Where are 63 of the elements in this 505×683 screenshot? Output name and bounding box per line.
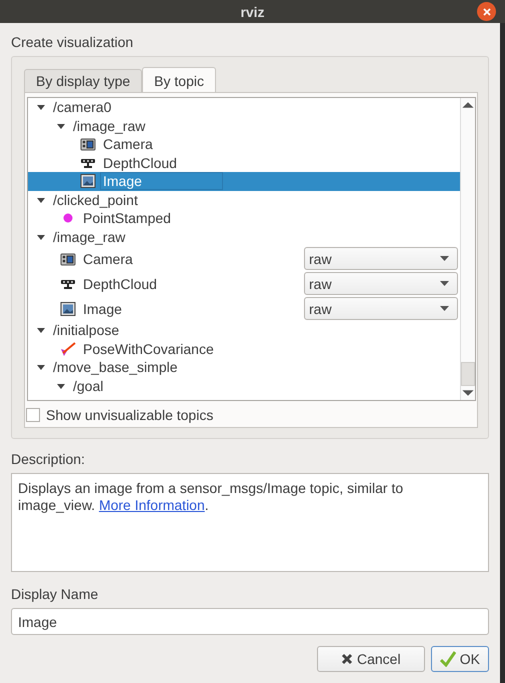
tree-item-label: PoseWithCovariance	[83, 340, 214, 357]
ok-button[interactable]: OK	[430, 646, 489, 672]
tree-item-label: Camera	[83, 250, 133, 266]
close-button[interactable]	[477, 2, 496, 21]
checkbox-label: Show unvisualizable topics	[46, 407, 214, 423]
tab[interactable]: By topic	[142, 67, 216, 92]
expand-arrow-icon[interactable]	[36, 362, 46, 372]
tree-row[interactable]: /move_base_simple	[28, 358, 460, 376]
tree-row[interactable]: /clicked_point	[28, 190, 460, 209]
more-information-link[interactable]: More Information	[98, 497, 205, 513]
tree-row[interactable]: Camera	[28, 135, 460, 154]
tree-row[interactable]: /image_raw	[28, 228, 460, 246]
close-icon	[482, 6, 492, 16]
description-text: Displays an image from a sensor_msgs/Image topic, similar to image_view. More Information.	[18, 480, 404, 514]
cancel-button[interactable]: Cancel	[316, 646, 425, 672]
tree-row[interactable]: PointStamped	[28, 209, 460, 228]
tree-item-label: Image	[100, 172, 223, 190]
description-label: Description:	[11, 451, 86, 467]
tree-row[interactable]: Image	[28, 172, 460, 190]
tree-item-label: /clicked_point	[53, 192, 138, 208]
transport-dropdown[interactable]: raw	[304, 297, 458, 320]
tree-row[interactable]: Image raw	[28, 296, 460, 321]
tree-row[interactable]: /initialpose	[28, 321, 460, 340]
caret-icon	[440, 256, 449, 261]
tab[interactable]: By display type	[24, 69, 142, 92]
tree-row[interactable]: Camera raw	[28, 246, 460, 271]
tree-row[interactable]: /goal	[28, 376, 460, 395]
tree-item-label: /camera0	[53, 99, 112, 116]
camera-icon	[60, 250, 76, 266]
tree-item-label: Camera	[103, 136, 153, 152]
tree-item-label: /image_raw	[53, 228, 126, 245]
tree-item-label: /goal	[73, 378, 104, 394]
transport-dropdown[interactable]: raw	[304, 247, 458, 270]
tree-row[interactable]: DepthCloud raw	[28, 271, 460, 296]
image-icon	[80, 173, 96, 190]
tree-item-label: /image_raw	[73, 118, 146, 134]
group-title: Create visualization	[11, 34, 134, 50]
transport-dropdown[interactable]: raw	[304, 272, 458, 295]
scrollbar[interactable]	[460, 98, 475, 400]
tree-item-label: /move_base_simple	[53, 359, 178, 376]
window-title: rviz	[240, 4, 265, 20]
camera-icon	[80, 136, 96, 152]
tree-row[interactable]: PoseWithCovariance	[28, 340, 460, 358]
image-icon	[60, 300, 76, 316]
display-name-field[interactable]: Image	[11, 608, 489, 635]
caret-icon	[440, 306, 449, 311]
checkbox[interactable]	[26, 408, 40, 422]
expand-arrow-icon[interactable]	[36, 102, 46, 112]
scroll-thumb[interactable]	[461, 362, 475, 386]
arrow-icon	[60, 340, 76, 357]
display-name-label: Display Name	[11, 586, 100, 602]
checkmark-icon	[440, 651, 456, 667]
tree-row[interactable]: /camera0	[28, 98, 460, 116]
tree-row[interactable]: DepthCloud	[28, 154, 460, 172]
tree-item-label: DepthCloud	[103, 154, 177, 171]
caret-icon	[440, 281, 449, 286]
tree-row[interactable]: /image_raw	[28, 116, 460, 135]
tree-item-label: DepthCloud	[83, 276, 157, 292]
expand-arrow-icon[interactable]	[36, 325, 46, 336]
tree-item-label: PointStamped	[83, 210, 171, 226]
cross-icon	[340, 653, 353, 665]
tree-item-label: /initialpose	[53, 322, 120, 338]
tree-item-label: Image	[83, 300, 122, 316]
